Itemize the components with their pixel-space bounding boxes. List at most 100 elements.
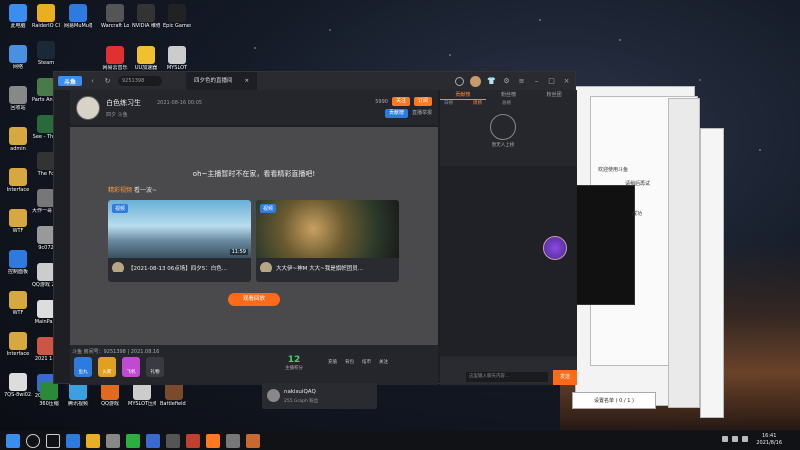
offline-message: oh~主播暂时不在家，看看精彩直播吧! <box>192 170 316 178</box>
desktop-icon[interactable]: Interface <box>4 332 32 357</box>
refresh-icon[interactable]: ↻ <box>103 77 112 86</box>
replay-button[interactable]: 观看回放 <box>228 293 280 306</box>
tab-close-icon[interactable]: × <box>245 72 250 90</box>
app-icon[interactable] <box>226 433 240 448</box>
report-link[interactable]: 直播举报 <box>412 109 432 118</box>
desktop-app-icon <box>9 373 27 391</box>
desktop-icon-label: 网络 <box>12 64 23 70</box>
ime-icon[interactable] <box>742 436 748 442</box>
edge-icon[interactable] <box>66 433 80 448</box>
app-icon[interactable] <box>246 433 260 448</box>
desktop-icon[interactable]: 腾讯视频 <box>64 382 92 407</box>
app-icon[interactable] <box>146 433 160 448</box>
desktop-icon[interactable]: UU加速器 <box>132 46 160 71</box>
follow-button[interactable]: 关注 <box>391 97 410 106</box>
desktop-app-icon <box>9 86 27 104</box>
tab-fan-club[interactable]: 粉丝团 <box>531 90 577 100</box>
desktop-icon[interactable]: 控制面板 <box>4 250 32 275</box>
action-backpack[interactable]: 背包 <box>345 359 354 365</box>
desktop-icon[interactable]: Battlefield 1 <box>160 382 188 407</box>
settings-icon[interactable]: ⚙ <box>502 77 511 86</box>
subtab-week[interactable]: 周榜 <box>473 100 482 110</box>
subtab-total[interactable]: 总榜 <box>502 100 511 110</box>
whitelist-button[interactable]: 设置名单 ( 0 / 1 ) <box>572 392 656 409</box>
desktop-icon-label: Battlefield 1 <box>160 401 188 407</box>
app-icon[interactable] <box>186 433 200 448</box>
tab-live-room[interactable]: 四夕色的直播间 × <box>186 72 258 90</box>
desktop-icon[interactable]: RaiderIO Client <box>32 4 60 29</box>
desktop-icon[interactable]: 网易MuMu模拟器 <box>64 4 92 29</box>
back-icon[interactable]: ‹ <box>88 77 97 86</box>
send-button[interactable]: 发送 <box>553 370 577 385</box>
desktop-app-icon <box>9 250 27 268</box>
user-avatar[interactable] <box>470 75 481 87</box>
maximize-icon[interactable]: □ <box>547 77 556 86</box>
shirt-icon[interactable]: 👕 <box>487 77 496 86</box>
system-tray[interactable] <box>722 436 748 442</box>
background-window-4[interactable] <box>700 128 724 418</box>
desktop-icon[interactable]: 网络 <box>4 45 32 70</box>
task-view-icon[interactable] <box>46 433 60 448</box>
chat-input[interactable]: 这里输入聊天内容... <box>466 372 548 382</box>
minimize-icon[interactable]: – <box>532 77 541 86</box>
search-icon[interactable] <box>26 433 40 448</box>
gift-item[interactable]: 火箭 <box>98 357 116 377</box>
douyu-client-window[interactable]: 斗鱼 ‹ ↻ 9251398 四夕色的直播间 × 👕 ⚙ ≡ – □ × 白色练… <box>53 71 577 385</box>
desktop-icon[interactable]: Interface <box>4 168 32 193</box>
app-icon[interactable] <box>166 433 180 448</box>
client-titlebar[interactable]: 斗鱼 ‹ ↻ 9251398 四夕色的直播间 × 👕 ⚙ ≡ – □ × <box>54 72 575 90</box>
chat-area[interactable] <box>440 166 577 356</box>
gift-item[interactable]: 鱼丸 <box>74 357 92 377</box>
video-player[interactable]: oh~主播暂时不在家，看看精彩直播吧! 精彩视频 看一波~ 视频 11:59 【… <box>70 127 438 345</box>
clock[interactable]: 16:41 2021/8/16 <box>756 433 782 447</box>
desktop-icon[interactable]: 网易云音乐 <box>101 46 129 71</box>
app-icon[interactable] <box>106 433 120 448</box>
video-card-1[interactable]: 视频 11:59 【2021-08-13 06点场】四夕5：白色... <box>108 200 251 282</box>
desktop-icon[interactable]: 回收站 <box>4 86 32 111</box>
anchor-score: 12 主播积分 <box>285 355 303 371</box>
douyu-taskbar-icon[interactable] <box>206 433 220 448</box>
player-bottom-bar: 斗鱼 房间号：9251398 | 2021.08.16 鱼丸 火箭 飞机 礼物 … <box>70 345 438 385</box>
live-notification[interactable]: nakisuiQAQ 255 Graph 粉丝 <box>262 383 377 409</box>
explorer-icon[interactable] <box>86 433 100 448</box>
wechat-icon[interactable] <box>126 433 140 448</box>
desktop-icon[interactable]: 360压缩 <box>35 382 63 407</box>
desktop-icon[interactable]: Steam <box>32 41 60 66</box>
desktop-icon[interactable]: WTF <box>4 291 32 316</box>
dark-panel-window[interactable] <box>575 185 635 305</box>
network-icon[interactable] <box>722 436 728 442</box>
video-card-2[interactable]: 视频 大大伊~神M 大大~我是旗帜团员... <box>256 200 399 282</box>
volume-icon[interactable] <box>732 436 738 442</box>
background-window-3[interactable] <box>668 98 700 408</box>
menu-icon[interactable]: ≡ <box>517 77 526 86</box>
close-icon[interactable]: × <box>562 77 571 86</box>
gift-item[interactable]: 飞机 <box>122 357 140 377</box>
message-icon[interactable] <box>455 76 464 86</box>
tab-fans[interactable]: 粉丝榜 <box>486 90 532 100</box>
streamer-avatar[interactable] <box>76 95 100 120</box>
desktop-icon[interactable]: Epic Games Launcher <box>163 4 191 29</box>
search-input[interactable]: 9251398 <box>118 76 162 86</box>
gift-item[interactable]: 礼物 <box>146 357 164 377</box>
desktop-icon-label: admin <box>10 146 26 152</box>
windows-start-icon[interactable] <box>6 433 20 448</box>
floating-avatar-button[interactable] <box>543 236 567 260</box>
desktop-icon-label: Epic Games Launcher <box>163 23 191 29</box>
desktop-icon[interactable]: WTF <box>4 209 32 234</box>
desktop-icon[interactable]: MYSLOT压缩包 <box>128 382 156 407</box>
desktop-icon[interactable]: 7QS-8wi02... <box>4 373 32 398</box>
desktop-icon[interactable]: MYSLOT <box>163 46 191 71</box>
desktop-icon[interactable]: NVIDIA 维修 <box>132 4 160 29</box>
action-follow[interactable]: 关注 <box>379 359 388 365</box>
action-recharge[interactable]: 充值 <box>328 359 337 365</box>
rank-button[interactable]: 贡献榜 <box>384 109 408 118</box>
subtab-day[interactable]: 日榜 <box>444 100 453 110</box>
desktop-icon[interactable]: admin <box>4 127 32 152</box>
card-duration: 11:59 <box>229 249 248 255</box>
desktop-icon[interactable]: QQ游戏 <box>96 382 124 407</box>
action-coins[interactable]: 炫币 <box>362 359 371 365</box>
subscribe-button[interactable]: 订阅 <box>413 97 432 106</box>
desktop-icon[interactable]: Warcraft Logs Up... <box>101 4 129 29</box>
desktop-icon[interactable]: 此电脑 <box>4 4 32 29</box>
tab-contribution[interactable]: 贡献榜 <box>440 90 486 100</box>
